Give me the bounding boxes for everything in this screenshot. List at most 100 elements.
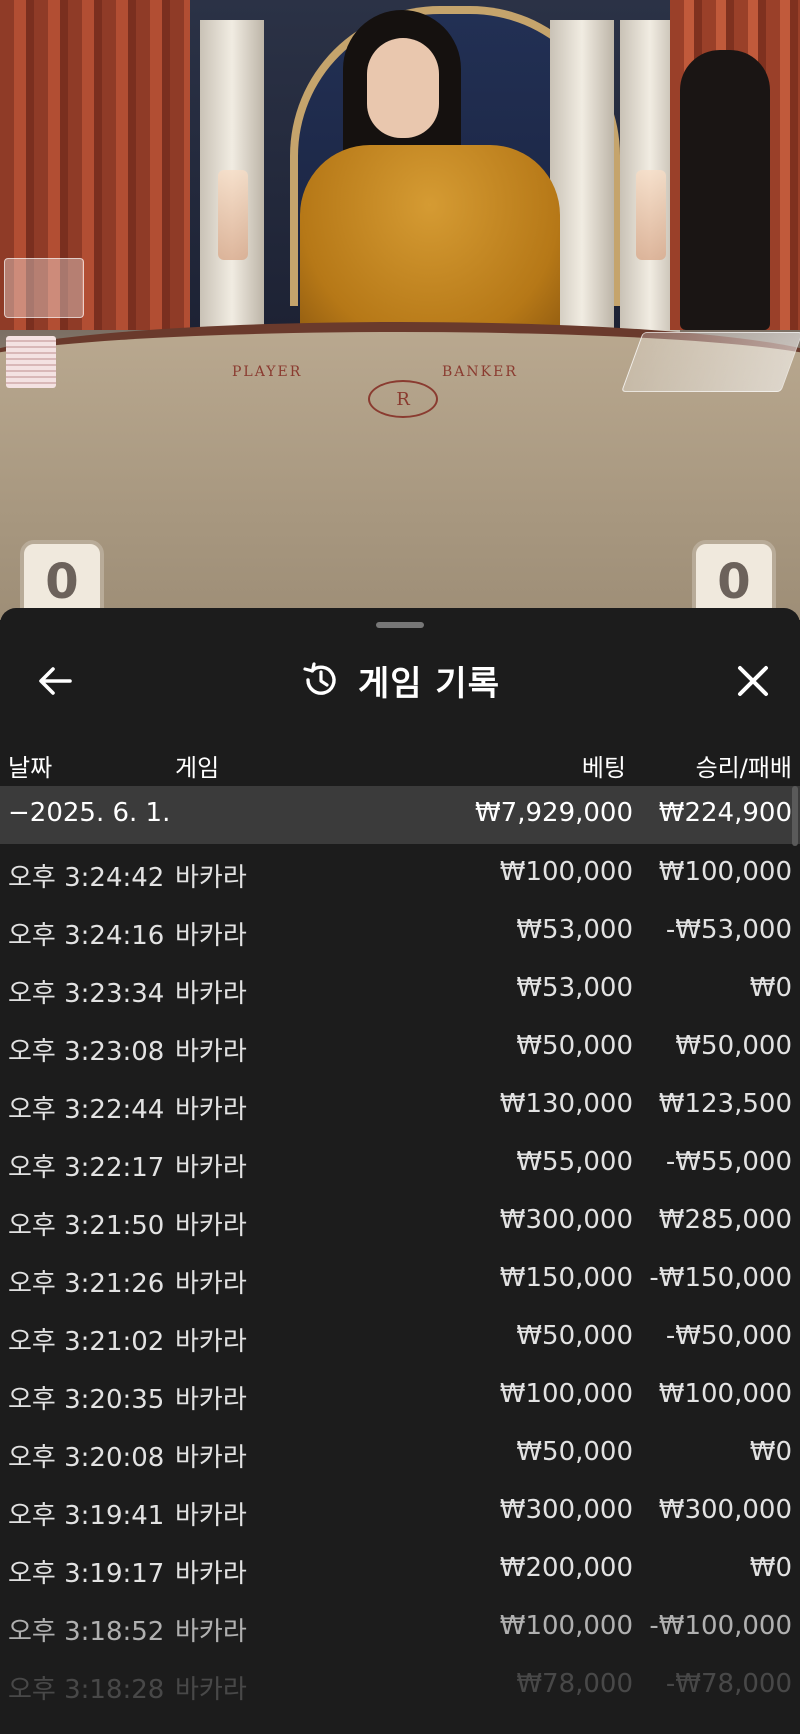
row-game: 바카라 <box>175 1675 247 1705</box>
row-bet: ₩50,000 <box>516 1321 633 1351</box>
wall-lamp <box>218 170 248 260</box>
summary-result-total: ₩224,900 <box>658 798 792 828</box>
row-game: 바카라 <box>175 1095 247 1125</box>
row-time: 오후 3:19:41 <box>8 1501 165 1531</box>
row-game: 바카라 <box>175 1211 247 1241</box>
row-time: 오후 3:23:08 <box>8 1037 165 1067</box>
row-bet: ₩78,000 <box>516 1669 633 1699</box>
row-result: ₩285,000 <box>658 1205 792 1235</box>
row-result: ₩100,000 <box>658 1379 792 1409</box>
history-row[interactable]: 오후 3:21:26 바카라 ₩150,000 -₩150,000 <box>0 1250 800 1308</box>
row-time: 오후 3:21:50 <box>8 1211 165 1241</box>
history-row[interactable]: 오후 3:20:35 바카라 ₩100,000 ₩100,000 <box>0 1366 800 1424</box>
sheet-title-wrap: 게임 기록 <box>0 646 800 714</box>
history-row[interactable]: 오후 3:22:17 바카라 ₩55,000 -₩55,000 <box>0 1134 800 1192</box>
sheet-drag-handle[interactable] <box>376 622 424 628</box>
column-header-game: 게임 <box>175 754 220 782</box>
column-header-result: 승리/패배 <box>695 754 792 782</box>
row-result: -₩78,000 <box>665 1669 792 1699</box>
row-bet: ₩100,000 <box>499 1611 633 1641</box>
row-bet: ₩200,000 <box>499 1553 633 1583</box>
live-baccarat-screen: PLAYER BANKER R 0 0 게임 기록 날짜 게임 베팅 승리/패배… <box>0 0 800 1734</box>
row-result: ₩50,000 <box>675 1031 792 1061</box>
row-bet: ₩53,000 <box>516 915 633 945</box>
row-result: ₩0 <box>749 1437 792 1467</box>
row-time: 오후 3:21:02 <box>8 1327 165 1357</box>
row-time: 오후 3:20:35 <box>8 1385 165 1415</box>
wall-lamp <box>636 170 666 260</box>
row-result: -₩100,000 <box>649 1611 792 1641</box>
row-game: 바카라 <box>175 1443 247 1473</box>
row-result: -₩55,000 <box>665 1147 792 1177</box>
row-result: -₩50,000 <box>665 1321 792 1351</box>
column-header-date: 날짜 <box>8 754 53 782</box>
row-result: ₩0 <box>749 973 792 1003</box>
row-game: 바카라 <box>175 921 247 951</box>
row-time: 오후 3:22:17 <box>8 1153 165 1183</box>
row-game: 바카라 <box>175 1269 247 1299</box>
row-time: 오후 3:22:44 <box>8 1095 165 1125</box>
row-game: 바카라 <box>175 1617 247 1647</box>
row-result: -₩150,000 <box>649 1263 792 1293</box>
card-stack <box>6 336 56 388</box>
history-row[interactable]: 오후 3:20:08 바카라 ₩50,000 ₩0 <box>0 1424 800 1482</box>
summary-date: −2025. 6. 1. <box>8 798 171 828</box>
history-row[interactable]: 오후 3:18:52 바카라 ₩100,000 -₩100,000 <box>0 1598 800 1656</box>
close-icon <box>738 666 768 696</box>
crest-letter: R <box>396 388 410 410</box>
row-game: 바카라 <box>175 1153 247 1183</box>
row-game: 바카라 <box>175 863 247 893</box>
history-list: 오후 3:24:42 바카라 ₩100,000 ₩100,000 오후 3:24… <box>0 844 800 1714</box>
row-bet: ₩55,000 <box>516 1147 633 1177</box>
dealer-face <box>367 38 439 138</box>
row-game: 바카라 <box>175 979 247 1009</box>
row-time: 오후 3:19:17 <box>8 1559 165 1589</box>
history-row[interactable]: 오후 3:23:34 바카라 ₩53,000 ₩0 <box>0 960 800 1018</box>
row-result: ₩0 <box>749 1553 792 1583</box>
date-summary-row[interactable]: −2025. 6. 1. ₩7,929,000 ₩224,900 <box>0 786 800 844</box>
felt-banker-label: BANKER <box>442 364 518 380</box>
sheet-title: 게임 기록 <box>358 663 500 704</box>
row-bet: ₩100,000 <box>499 1379 633 1409</box>
row-bet: ₩300,000 <box>499 1495 633 1525</box>
card-shoe <box>621 332 800 392</box>
row-game: 바카라 <box>175 1501 247 1531</box>
history-row[interactable]: 오후 3:22:44 바카라 ₩130,000 ₩123,500 <box>0 1076 800 1134</box>
row-game: 바카라 <box>175 1385 247 1415</box>
history-row[interactable]: 오후 3:19:41 바카라 ₩300,000 ₩300,000 <box>0 1482 800 1540</box>
game-history-sheet: 게임 기록 날짜 게임 베팅 승리/패배 −2025. 6. 1. ₩7,929… <box>0 608 800 1734</box>
row-bet: ₩300,000 <box>499 1205 633 1235</box>
row-bet: ₩53,000 <box>516 973 633 1003</box>
close-button[interactable] <box>728 656 778 706</box>
list-scrollbar[interactable] <box>792 786 798 846</box>
card-holder <box>4 258 84 318</box>
dealer-body <box>300 145 560 345</box>
row-time: 오후 3:18:52 <box>8 1617 165 1647</box>
row-bet: ₩50,000 <box>516 1031 633 1061</box>
summary-bet-total: ₩7,929,000 <box>474 798 633 828</box>
felt-player-label: PLAYER <box>232 364 303 380</box>
row-bet: ₩150,000 <box>499 1263 633 1293</box>
history-row[interactable]: 오후 3:24:16 바카라 ₩53,000 -₩53,000 <box>0 902 800 960</box>
history-row[interactable]: 오후 3:21:02 바카라 ₩50,000 -₩50,000 <box>0 1308 800 1366</box>
history-row[interactable]: 오후 3:24:42 바카라 ₩100,000 ₩100,000 <box>0 844 800 902</box>
column-header-bet: 베팅 <box>581 754 626 782</box>
history-row[interactable]: 오후 3:18:28 바카라 ₩78,000 -₩78,000 <box>0 1656 800 1714</box>
row-time: 오후 3:18:28 <box>8 1675 165 1705</box>
sheet-header: 게임 기록 <box>0 646 800 714</box>
table-header: 날짜 게임 베팅 승리/패배 <box>0 738 800 788</box>
row-result: ₩300,000 <box>658 1495 792 1525</box>
row-bet: ₩130,000 <box>499 1089 633 1119</box>
row-bet: ₩100,000 <box>499 857 633 887</box>
history-row[interactable]: 오후 3:19:17 바카라 ₩200,000 ₩0 <box>0 1540 800 1598</box>
row-game: 바카라 <box>175 1559 247 1589</box>
row-result: ₩123,500 <box>658 1089 792 1119</box>
row-result: ₩100,000 <box>658 857 792 887</box>
assistant-figure <box>680 50 770 330</box>
row-time: 오후 3:24:16 <box>8 921 165 951</box>
table-crest-logo: R <box>368 380 438 418</box>
history-row[interactable]: 오후 3:21:50 바카라 ₩300,000 ₩285,000 <box>0 1192 800 1250</box>
row-result: -₩53,000 <box>665 915 792 945</box>
live-dealer-video: PLAYER BANKER R 0 0 <box>0 0 800 620</box>
history-row[interactable]: 오후 3:23:08 바카라 ₩50,000 ₩50,000 <box>0 1018 800 1076</box>
